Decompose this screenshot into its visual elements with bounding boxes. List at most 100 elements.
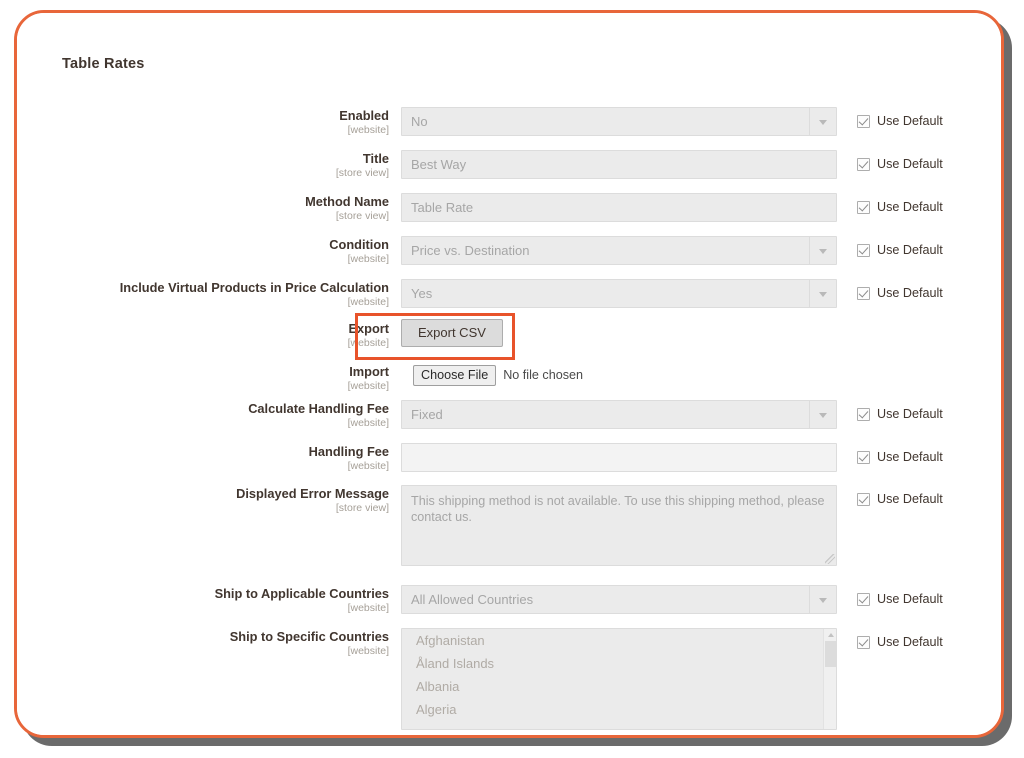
label-export-text: Export [348, 321, 389, 336]
import-file-row: Choose File No file chosen [413, 363, 583, 387]
scroll-up-arrow-icon[interactable] [827, 633, 834, 637]
list-item[interactable]: Algeria [402, 698, 836, 721]
label-include-virtual-scope: [website] [347, 296, 389, 308]
label-import-scope: [website] [347, 380, 389, 392]
method-name-input[interactable]: Table Rate [401, 193, 837, 222]
use-default-ship-applicable-countries-label: Use Default [877, 592, 943, 606]
displayed-error-message-textarea[interactable]: This shipping method is not available. T… [401, 485, 837, 566]
field-enabled: No [401, 107, 837, 136]
use-default-ship-specific-countries[interactable]: Use Default [857, 635, 943, 649]
field-ship-specific-countries: Afghanistan Åland Islands Albania Algeri… [401, 628, 837, 730]
use-default-method-name-checkbox[interactable] [857, 200, 870, 214]
label-condition: Condition [website] [17, 237, 389, 266]
chevron-down-icon [809, 586, 836, 613]
displayed-error-message-value: This shipping method is not available. T… [411, 494, 825, 524]
use-default-handling-fee-checkbox[interactable] [857, 450, 870, 464]
use-default-calculate-handling-fee[interactable]: Use Default [857, 407, 943, 421]
enabled-select[interactable]: No [401, 107, 837, 136]
check-icon [858, 407, 869, 419]
use-default-ship-specific-countries-label: Use Default [877, 635, 943, 649]
label-include-virtual-text: Include Virtual Products in Price Calcul… [119, 280, 389, 295]
check-icon [858, 492, 869, 504]
chevron-down-icon [809, 401, 836, 428]
import-file-status: No file chosen [503, 368, 584, 382]
check-icon [858, 635, 869, 647]
include-virtual-select-value: Yes [411, 286, 433, 301]
export-csv-button[interactable]: Export CSV [401, 319, 503, 347]
use-default-include-virtual-checkbox[interactable] [857, 286, 870, 300]
use-default-displayed-error-message-label: Use Default [877, 492, 943, 506]
calculate-handling-fee-value: Fixed [411, 407, 443, 422]
handling-fee-input[interactable] [401, 443, 837, 472]
use-default-condition[interactable]: Use Default [857, 243, 943, 257]
check-icon [858, 592, 869, 604]
check-icon [858, 286, 869, 298]
use-default-method-name[interactable]: Use Default [857, 200, 943, 214]
list-item[interactable]: Åland Islands [402, 652, 836, 675]
field-import: Choose File No file chosen [413, 363, 583, 387]
use-default-condition-checkbox[interactable] [857, 243, 870, 257]
use-default-include-virtual-label: Use Default [877, 286, 943, 300]
choose-file-button[interactable]: Choose File [413, 364, 497, 386]
label-handling-fee-text: Handling Fee [308, 444, 389, 459]
label-ship-applicable-countries: Ship to Applicable Countries [website] [17, 586, 389, 615]
label-ship-specific-countries-scope: [website] [347, 645, 389, 657]
field-title: Best Way [401, 150, 837, 179]
label-ship-specific-countries-text: Ship to Specific Countries [229, 629, 389, 644]
use-default-handling-fee[interactable]: Use Default [857, 450, 943, 464]
use-default-enabled-checkbox[interactable] [857, 114, 870, 128]
label-displayed-error-message: Displayed Error Message [store view] [17, 486, 389, 515]
title-input[interactable]: Best Way [401, 150, 837, 179]
field-condition: Price vs. Destination [401, 236, 837, 265]
condition-select-value: Price vs. Destination [411, 243, 530, 258]
use-default-ship-specific-countries-checkbox[interactable] [857, 635, 870, 649]
resize-grip-icon[interactable] [825, 554, 835, 564]
condition-select[interactable]: Price vs. Destination [401, 236, 837, 265]
use-default-method-name-label: Use Default [877, 200, 943, 214]
use-default-calculate-handling-fee-checkbox[interactable] [857, 407, 870, 421]
use-default-displayed-error-message[interactable]: Use Default [857, 492, 943, 506]
label-export-scope: [website] [347, 337, 389, 349]
field-displayed-error-message: This shipping method is not available. T… [401, 485, 837, 566]
use-default-condition-label: Use Default [877, 243, 943, 257]
label-export: Export [website] [17, 321, 389, 350]
label-title-scope: [store view] [335, 167, 389, 179]
label-method-name: Method Name [store view] [17, 194, 389, 223]
ship-specific-countries-listbox[interactable]: Afghanistan Åland Islands Albania Algeri… [401, 628, 837, 730]
use-default-title-checkbox[interactable] [857, 157, 870, 171]
label-condition-scope: [website] [347, 253, 389, 265]
chevron-down-icon [809, 108, 836, 135]
field-include-virtual: Yes [401, 279, 837, 308]
label-displayed-error-message-text: Displayed Error Message [236, 486, 389, 501]
field-ship-applicable-countries: All Allowed Countries [401, 585, 837, 614]
use-default-enabled[interactable]: Use Default [857, 114, 943, 128]
use-default-enabled-label: Use Default [877, 114, 943, 128]
scrollbar-thumb[interactable] [825, 641, 836, 667]
check-icon [858, 157, 869, 169]
use-default-calculate-handling-fee-label: Use Default [877, 407, 943, 421]
label-import-text: Import [349, 364, 389, 379]
label-ship-applicable-countries-text: Ship to Applicable Countries [214, 586, 389, 601]
field-method-name: Table Rate [401, 193, 837, 222]
label-calculate-handling-fee-text: Calculate Handling Fee [248, 401, 389, 416]
page-title: Table Rates [62, 56, 145, 72]
scrollbar[interactable] [823, 629, 836, 729]
label-enabled: Enabled [website] [17, 108, 389, 137]
label-displayed-error-message-scope: [store view] [335, 502, 389, 514]
label-handling-fee-scope: [website] [347, 460, 389, 472]
field-handling-fee [401, 443, 837, 472]
use-default-ship-applicable-countries[interactable]: Use Default [857, 592, 943, 606]
ship-applicable-countries-select[interactable]: All Allowed Countries [401, 585, 837, 614]
use-default-ship-applicable-countries-checkbox[interactable] [857, 592, 870, 606]
use-default-displayed-error-message-checkbox[interactable] [857, 492, 870, 506]
use-default-title[interactable]: Use Default [857, 157, 943, 171]
label-title-text: Title [362, 151, 389, 166]
use-default-include-virtual[interactable]: Use Default [857, 286, 943, 300]
list-item[interactable]: Afghanistan [402, 629, 836, 652]
label-calculate-handling-fee: Calculate Handling Fee [website] [17, 401, 389, 430]
include-virtual-select[interactable]: Yes [401, 279, 837, 308]
use-default-title-label: Use Default [877, 157, 943, 171]
browser-frame: Table Rates Enabled [website] No Use Def… [14, 10, 1004, 738]
list-item[interactable]: Albania [402, 675, 836, 698]
calculate-handling-fee-select[interactable]: Fixed [401, 400, 837, 429]
